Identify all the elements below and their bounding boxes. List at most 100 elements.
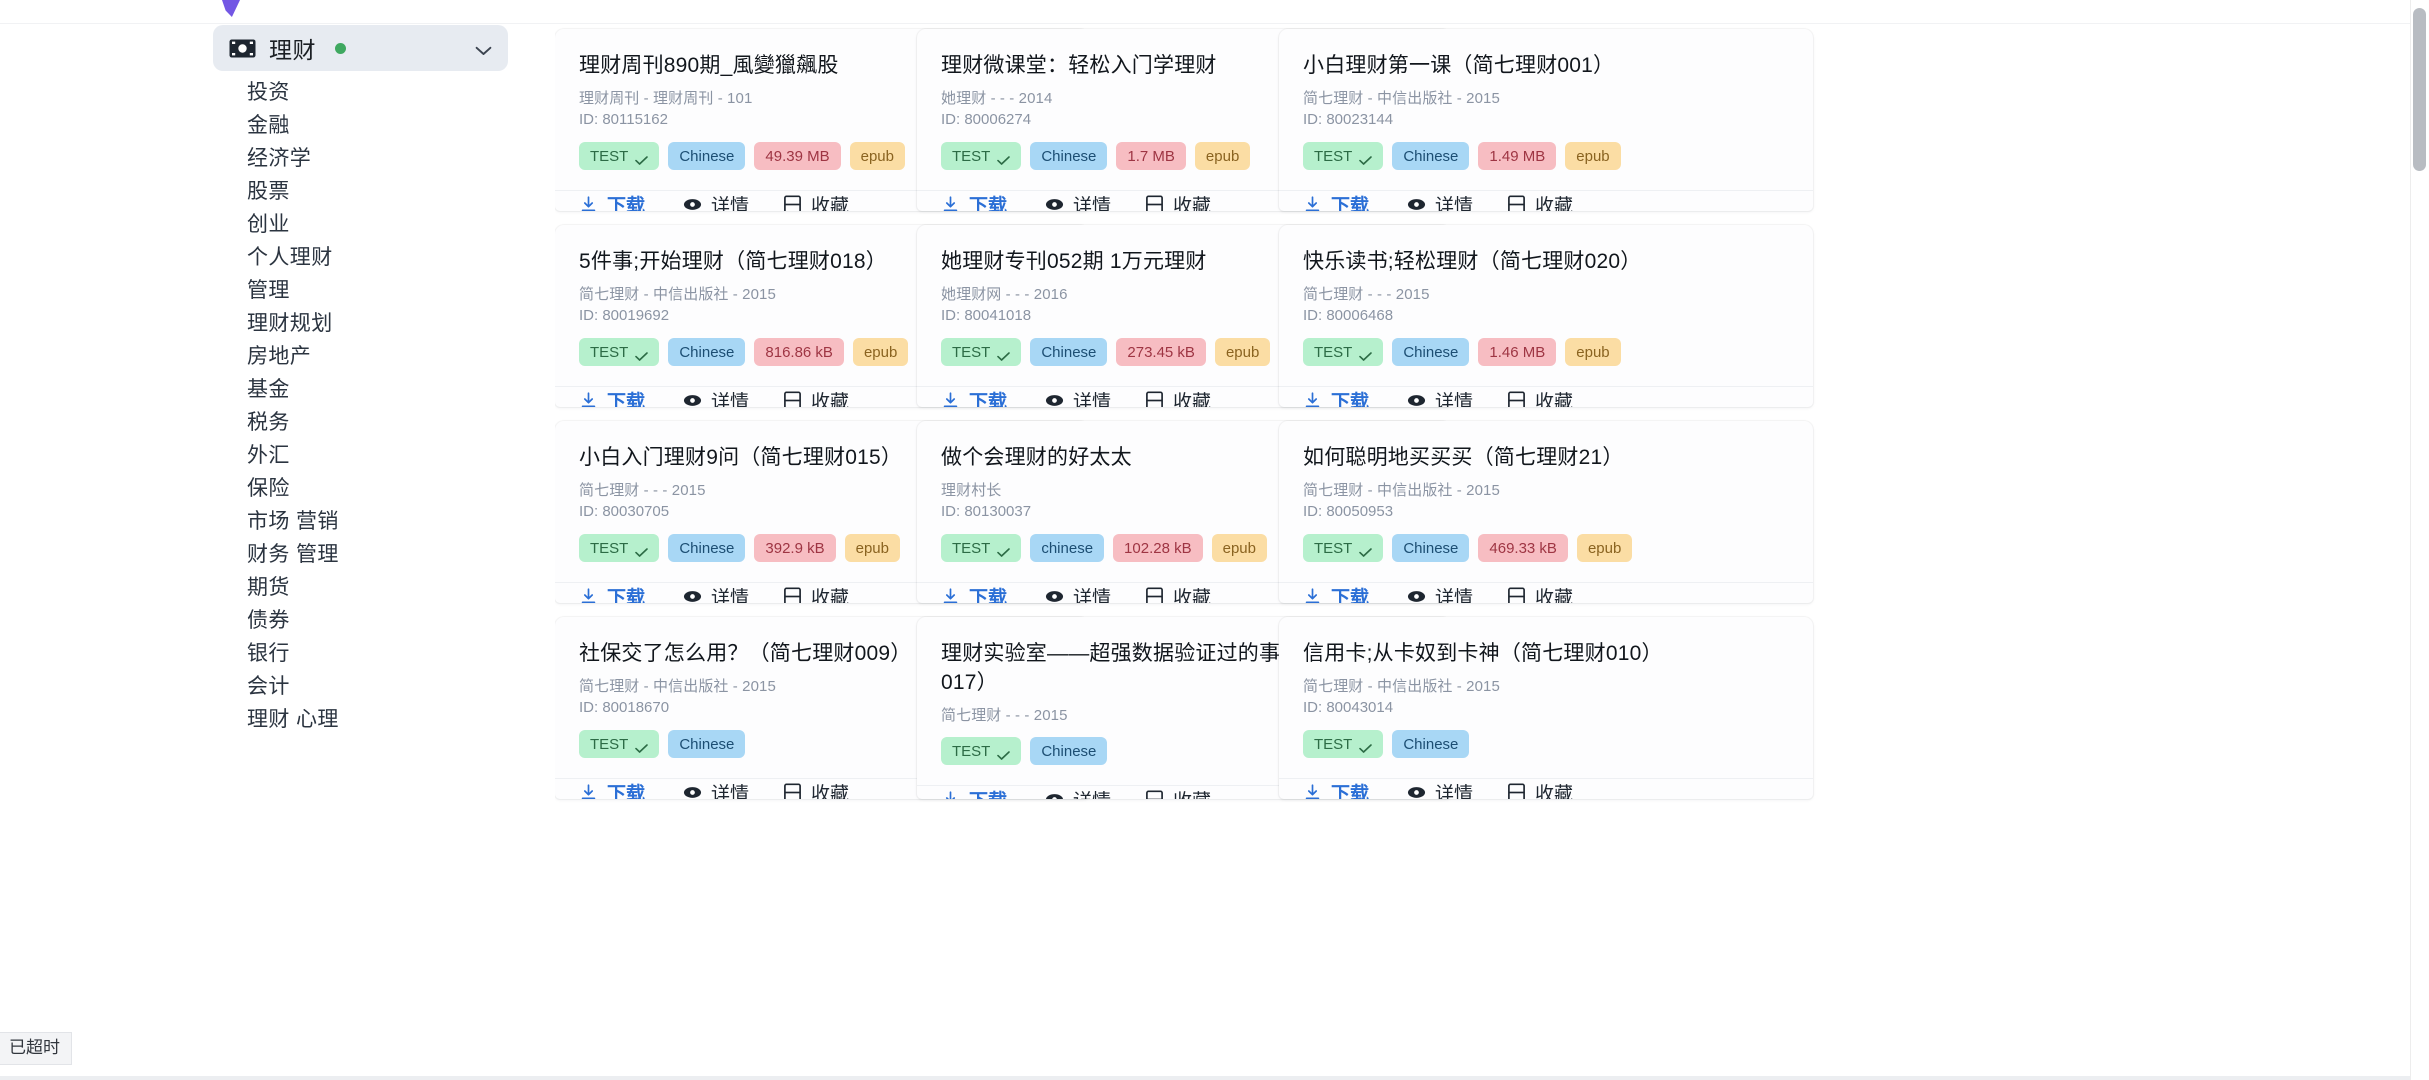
favorite-button[interactable]: 收藏 [1145,583,1211,603]
sidebar-item-1[interactable]: 金融 [0,109,545,142]
sidebar-item-18[interactable]: 会计 [0,670,545,703]
chip-filesize[interactable]: 392.9 kB [754,534,836,562]
download-button[interactable]: 下载 [579,387,645,407]
detail-button[interactable]: 详情 [1407,779,1473,799]
sidebar-item-7[interactable]: 理财规划 [0,307,545,340]
chip-language[interactable]: chinese [1030,534,1105,562]
sidebar-item-13[interactable]: 市场 营销 [0,505,545,538]
detail-button[interactable]: 详情 [1045,786,1111,799]
chip-filesize[interactable]: 1.49 MB [1478,142,1557,170]
sidebar-item-2[interactable]: 经济学 [0,142,545,175]
chip-format[interactable]: epub [1194,142,1251,170]
download-button[interactable]: 下载 [941,191,1007,211]
detail-button[interactable]: 详情 [683,387,749,407]
chip-filesize[interactable]: 273.45 kB [1116,338,1206,366]
chip-language[interactable]: Chinese [668,534,746,562]
chip-language[interactable]: Chinese [1392,142,1470,170]
favorite-button[interactable]: 收藏 [1145,786,1211,799]
detail-button[interactable]: 详情 [1407,387,1473,407]
chip-filesize[interactable]: 102.28 kB [1113,534,1203,562]
favorite-button[interactable]: 收藏 [1507,191,1573,211]
sidebar-item-8[interactable]: 房地产 [0,340,545,373]
sidebar-item-17[interactable]: 银行 [0,637,545,670]
detail-button[interactable]: 详情 [683,191,749,211]
download-button[interactable]: 下载 [941,583,1007,603]
chip-language[interactable]: Chinese [1030,338,1108,366]
chip-language[interactable]: Chinese [668,338,746,366]
chip-language[interactable]: Chinese [1030,737,1108,765]
chip-test[interactable]: TEST [941,737,1022,765]
page-scrollbar-thumb[interactable] [2413,8,2426,171]
sidebar-item-4[interactable]: 创业 [0,208,545,241]
detail-button[interactable]: 详情 [683,779,749,799]
download-button[interactable]: 下载 [579,779,645,799]
category-header-理财[interactable]: 理财 [213,25,508,71]
sidebar-item-11[interactable]: 外汇 [0,439,545,472]
chip-language[interactable]: Chinese [668,730,746,758]
favorite-button[interactable]: 收藏 [1145,387,1211,407]
download-button[interactable]: 下载 [1303,779,1369,799]
chip-test[interactable]: TEST [1303,534,1384,562]
sidebar-item-5[interactable]: 个人理财 [0,241,545,274]
sidebar-item-19[interactable]: 理财 心理 [0,703,545,736]
chip-filesize[interactable]: 816.86 kB [754,338,844,366]
chip-test[interactable]: TEST [941,534,1022,562]
favorite-button[interactable]: 收藏 [1145,191,1211,211]
favorite-button[interactable]: 收藏 [783,779,849,799]
download-button[interactable]: 下载 [1303,387,1369,407]
detail-button[interactable]: 详情 [683,583,749,603]
book-card[interactable]: 信用卡;从卡奴到卡神（简七理财010） 简七理财 - 中信出版社 - 2015 ID… [1279,617,1813,799]
detail-button[interactable]: 详情 [1045,191,1111,211]
page-scrollbar-track[interactable] [2410,0,2429,1080]
chip-format[interactable]: epub [849,142,905,170]
chip-format[interactable]: epub [1214,338,1271,366]
chip-format[interactable]: epub [852,338,909,366]
sidebar-item-12[interactable]: 保险 [0,472,545,505]
download-button[interactable]: 下载 [1303,583,1369,603]
sidebar-item-15[interactable]: 期货 [0,571,545,604]
chip-filesize[interactable]: 1.7 MB [1116,142,1186,170]
favorite-button[interactable]: 收藏 [783,191,849,211]
chip-test[interactable]: TEST [579,534,660,562]
chip-test[interactable]: TEST [579,730,660,758]
chip-test[interactable]: TEST [579,338,660,366]
detail-button[interactable]: 详情 [1045,583,1111,603]
download-button[interactable]: 下载 [579,583,645,603]
chip-filesize[interactable]: 469.33 kB [1478,534,1568,562]
chip-test[interactable]: TEST [1303,730,1384,758]
chip-format[interactable]: epub [844,534,900,562]
chip-filesize[interactable]: 1.46 MB [1478,338,1557,366]
sidebar-item-9[interactable]: 基金 [0,373,545,406]
detail-button[interactable]: 详情 [1407,583,1473,603]
sidebar-item-10[interactable]: 税务 [0,406,545,439]
chip-language[interactable]: Chinese [668,142,746,170]
chip-filesize[interactable]: 49.39 MB [754,142,841,170]
sidebar-item-14[interactable]: 财务 管理 [0,538,545,571]
download-button[interactable]: 下载 [1303,191,1369,211]
sidebar-item-0[interactable]: 投资 [0,76,545,109]
chip-format[interactable]: epub [1211,534,1267,562]
chip-language[interactable]: Chinese [1392,338,1470,366]
download-button[interactable]: 下载 [579,191,645,211]
chip-format[interactable]: epub [1565,338,1621,366]
sidebar-item-3[interactable]: 股票 [0,175,545,208]
chip-test[interactable]: TEST [941,142,1022,170]
favorite-button[interactable]: 收藏 [1507,387,1573,407]
favorite-button[interactable]: 收藏 [783,387,849,407]
favorite-button[interactable]: 收藏 [1507,779,1573,799]
detail-button[interactable]: 详情 [1407,191,1473,211]
download-button[interactable]: 下载 [941,387,1007,407]
chip-test[interactable]: TEST [941,338,1022,366]
chip-language[interactable]: Chinese [1392,534,1470,562]
chip-test[interactable]: TEST [1303,338,1384,366]
book-card[interactable]: 快乐读书;轻松理财（简七理财020） 简七理财 - - - 2015 ID: 800… [1279,225,1813,407]
favorite-button[interactable]: 收藏 [1507,583,1573,603]
chip-format[interactable]: epub [1576,534,1633,562]
detail-button[interactable]: 详情 [1045,387,1111,407]
book-card[interactable]: 小白理财第一课（简七理财001） 简七理财 - 中信出版社 - 2015 ID: 8… [1279,29,1813,211]
chip-test[interactable]: TEST [1303,142,1384,170]
sidebar-item-6[interactable]: 管理 [0,274,545,307]
chip-format[interactable]: epub [1565,142,1621,170]
book-card[interactable]: 如何聪明地买买买（简七理财21） 简七理财 - 中信出版社 - 2015 ID: 8… [1279,421,1813,603]
chip-language[interactable]: Chinese [1392,730,1470,758]
